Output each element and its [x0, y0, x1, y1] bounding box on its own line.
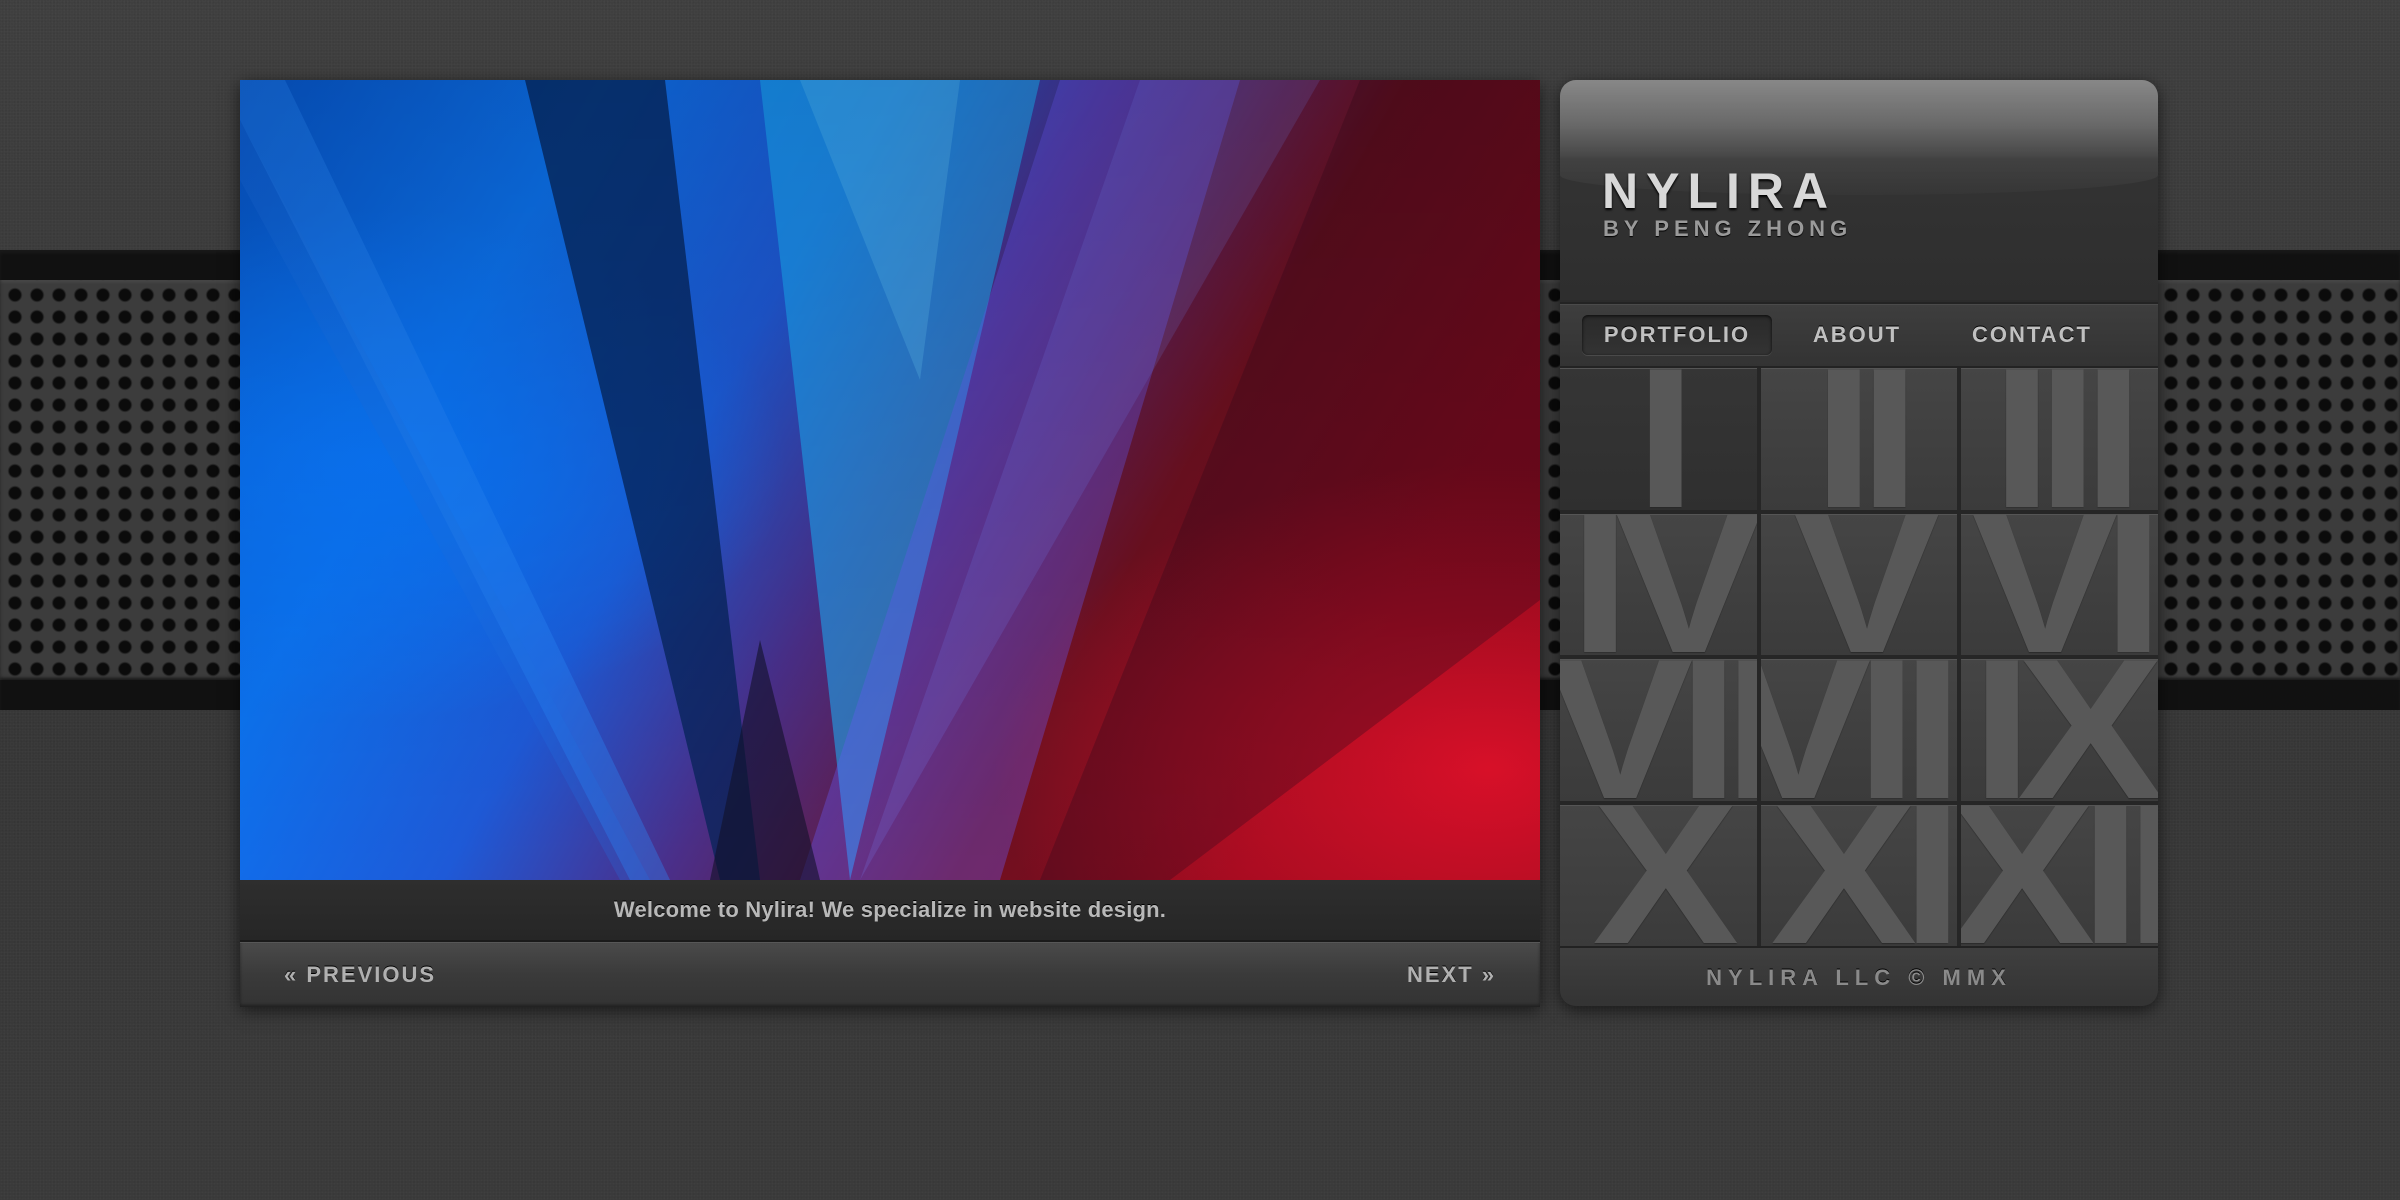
- site-byline: BY PENG ZHONG: [1603, 216, 1853, 241]
- tile-numeral: IV: [1569, 513, 1757, 656]
- menu-item-contact[interactable]: CONTACT: [1942, 315, 2122, 355]
- next-slide-link[interactable]: NEXT »: [1407, 943, 1496, 1007]
- site-footer: NYLIRA LLC © MMX: [1560, 946, 2158, 1006]
- portfolio-grid: I II III IV V VI VII VIII IX X XI XII: [1560, 368, 2158, 946]
- tile-numeral: X: [1592, 804, 1740, 947]
- portfolio-tile-7[interactable]: VII: [1560, 659, 1757, 801]
- portfolio-tile-1[interactable]: I: [1560, 368, 1757, 510]
- tile-numeral: IX: [1971, 659, 2158, 801]
- tile-numeral: XII: [1961, 804, 2158, 947]
- portfolio-tile-4[interactable]: IV: [1560, 513, 1757, 656]
- slideshow: Welcome to Nylira! We specialize in webs…: [240, 80, 1540, 1007]
- tile-numeral: VIII: [1761, 659, 1958, 801]
- portfolio-tile-5[interactable]: V: [1760, 513, 1958, 656]
- slideshow-navigation: « PREVIOUS NEXT »: [240, 942, 1540, 1007]
- portfolio-tile-8[interactable]: VIII: [1760, 659, 1958, 801]
- featured-slide-image[interactable]: [240, 80, 1540, 880]
- tile-numeral: VII: [1560, 659, 1757, 801]
- caption-bar: Welcome to Nylira! We specialize in webs…: [240, 880, 1540, 942]
- tile-numeral: III: [1991, 368, 2144, 510]
- tile-numeral: VI: [1971, 513, 2158, 656]
- tile-numeral: I: [1635, 368, 1696, 510]
- tile-numeral: II: [1813, 368, 1920, 510]
- menu-item-about[interactable]: ABOUT: [1792, 315, 1922, 355]
- portfolio-tile-11[interactable]: XI: [1760, 804, 1958, 947]
- previous-slide-link[interactable]: « PREVIOUS: [284, 943, 436, 1007]
- tile-numeral: V: [1793, 513, 1940, 656]
- slide-caption: Welcome to Nylira! We specialize in webs…: [613, 897, 1167, 922]
- portfolio-tile-12[interactable]: XII: [1961, 804, 2158, 947]
- tile-numeral: XI: [1770, 804, 1957, 947]
- main-menu: PORTFOLIO ABOUT CONTACT: [1560, 302, 2158, 368]
- side-panel: NYLIRA BY PENG ZHONG PORTFOLIO ABOUT CON…: [1560, 80, 2158, 1006]
- copyright-text: NYLIRA LLC © MMX: [1706, 965, 2012, 990]
- portfolio-tile-6[interactable]: VI: [1961, 513, 2158, 656]
- site-header: NYLIRA BY PENG ZHONG: [1560, 80, 2158, 300]
- portfolio-tile-9[interactable]: IX: [1961, 659, 2158, 801]
- menu-item-portfolio[interactable]: PORTFOLIO: [1582, 315, 1772, 355]
- site-title[interactable]: NYLIRA: [1602, 162, 1836, 220]
- portfolio-tile-3[interactable]: III: [1961, 368, 2158, 510]
- portfolio-tile-2[interactable]: II: [1760, 368, 1958, 510]
- portfolio-tile-10[interactable]: X: [1560, 804, 1757, 947]
